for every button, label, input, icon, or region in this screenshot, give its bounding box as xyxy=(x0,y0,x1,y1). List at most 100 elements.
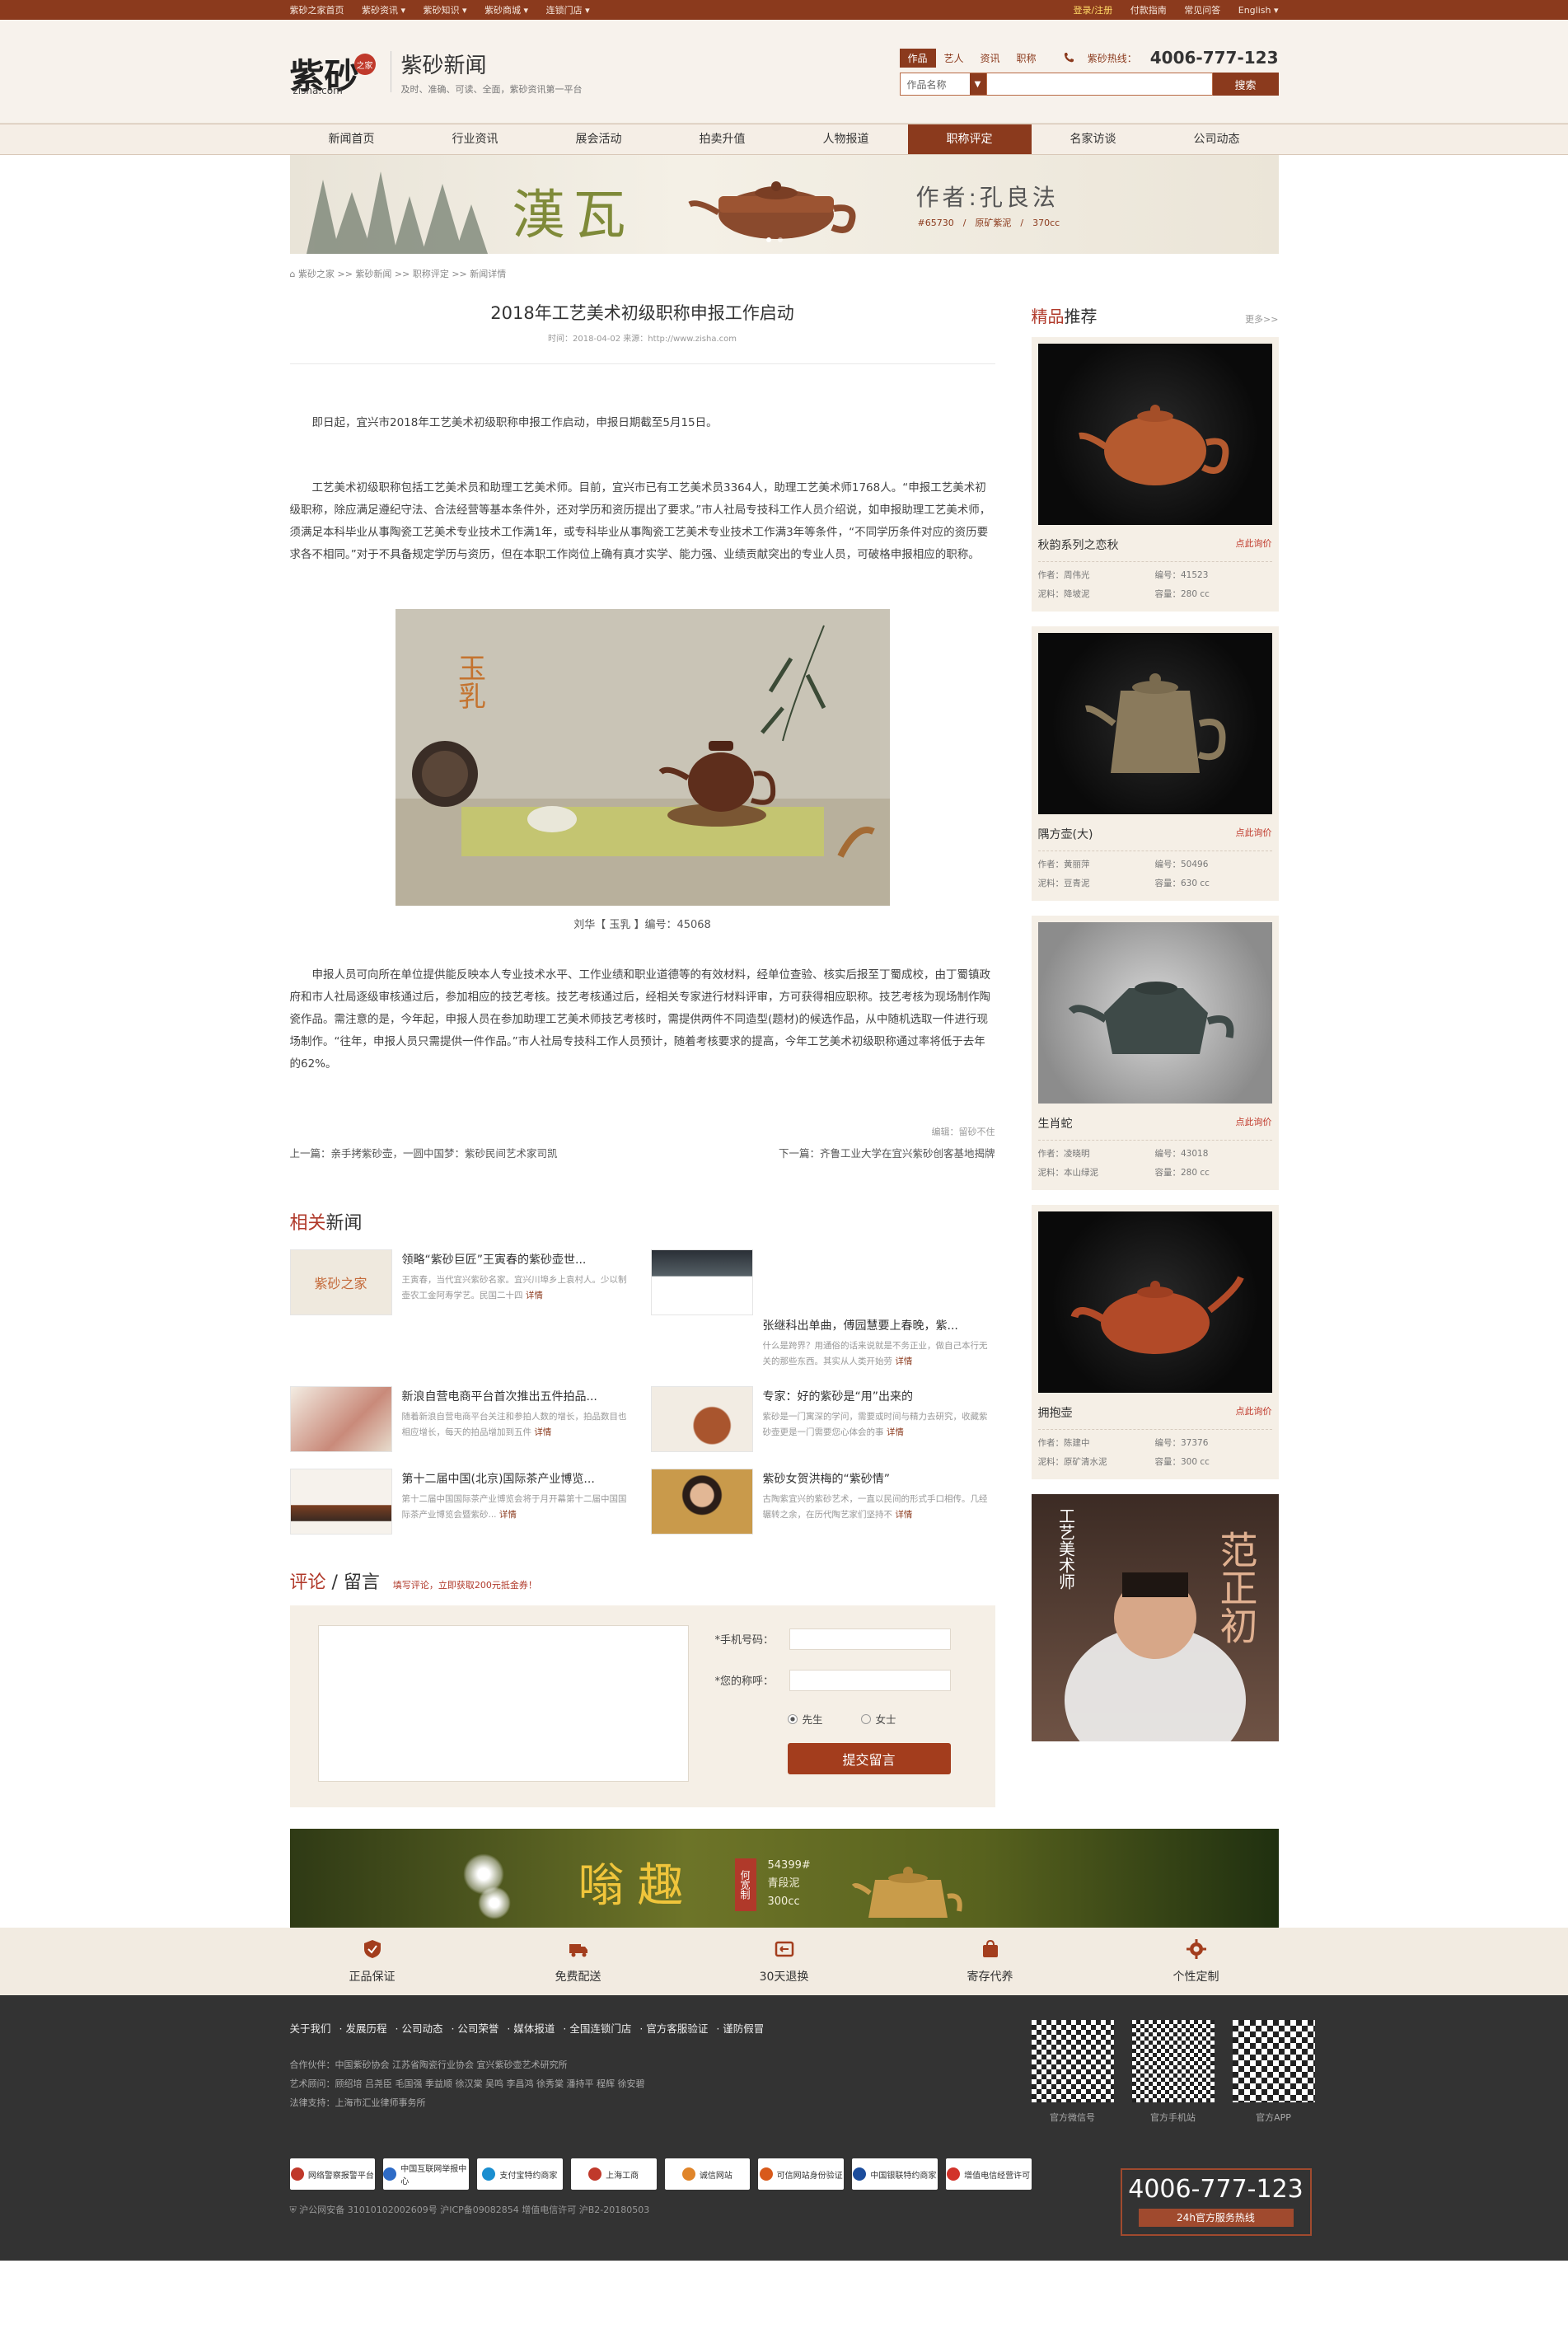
list-item[interactable]: 紫砂之家 领略“紫砂巨匠”王寅春的紫砂壶世... 王寅春，当代宜兴紫砂名家。宜兴川… xyxy=(289,1249,634,1370)
qr-mobile[interactable]: 官方手机站 xyxy=(1131,2019,1215,2124)
list-item[interactable]: 新浪自营电商平台首次推出五件拍品... 随着新浪自营电商平台关注和参拍人数的增长，… xyxy=(289,1385,634,1452)
bottom-ad-banner[interactable]: 嗡趣 何宽制 54399# 青段泥 300cc xyxy=(289,1828,1279,1928)
search-tab-news[interactable]: 资讯 xyxy=(972,49,1009,68)
gender-male-radio[interactable]: 先生 xyxy=(788,1711,823,1727)
top-link-news[interactable]: 紫砂资讯 ▾ xyxy=(362,5,405,16)
qr-wechat[interactable]: 官方微信号 xyxy=(1031,2019,1114,2124)
recommend-more-link[interactable]: 更多>> xyxy=(1245,312,1278,326)
product-card[interactable]: 生肖蛇 点此询价 作者：凌晓明 编号：43018 泥料：本山绿泥 容量：280 cc xyxy=(1031,916,1279,1190)
top-link-home[interactable]: 紫砂之家首页 xyxy=(290,5,344,16)
trust-badge[interactable]: 上海工商 xyxy=(570,2158,657,2191)
footer-link[interactable]: 全国连锁门店 xyxy=(569,2022,631,2035)
trust-badge[interactable]: 增值电信经营许可 xyxy=(945,2158,1032,2191)
search-input[interactable] xyxy=(986,73,1213,96)
banner-dots[interactable] xyxy=(765,237,783,242)
list-item[interactable]: 专家：好的紫砂是“用”出来的 紫砂是一门寓深的学问，需要或时间与精力去研究，收藏紫… xyxy=(650,1385,995,1452)
footer-link[interactable]: 发展历程 xyxy=(345,2022,386,2035)
product-name[interactable]: 拥抱壶 xyxy=(1038,1404,1073,1421)
trust-badge[interactable]: 网络警察报警平台 xyxy=(289,2158,376,2191)
hero-banner[interactable]: 漢瓦 作者:孔良法 #65730 / 原矿紫泥 / 370cc xyxy=(289,155,1279,254)
trust-badge[interactable]: 中国互联网举报中心 xyxy=(383,2158,469,2191)
trust-badge[interactable]: 可信网站身份验证 xyxy=(758,2158,844,2191)
detail-link[interactable]: 详情 xyxy=(895,1510,912,1520)
submit-comment-button[interactable]: 提交留言 xyxy=(787,1742,951,1774)
product-image[interactable] xyxy=(1037,922,1272,1104)
nav-interviews[interactable]: 名家访谈 xyxy=(1032,124,1155,154)
service-item[interactable]: 免费配送 xyxy=(496,1938,661,1985)
site-logo[interactable]: 紫砂 之家 zisha.com 紫砂新闻 及时、准确、可读、全面，紫砂资讯第一平… xyxy=(290,47,620,96)
product-card[interactable]: 秋韵系列之恋秋 点此询价 作者：周伟光 编号：41523 泥料：降坡泥 容量：280 c… xyxy=(1031,337,1279,612)
phone-field[interactable] xyxy=(789,1628,951,1650)
gender-female-radio[interactable]: 女士 xyxy=(861,1711,896,1727)
footer-link[interactable]: 关于我们 xyxy=(290,2022,331,2035)
news-title[interactable]: 专家：好的紫砂是“用”出来的 xyxy=(763,1388,995,1404)
news-title[interactable]: 紫砂女贺洪梅的“紫砂情” xyxy=(763,1470,995,1487)
footer-link[interactable]: 公司动态 xyxy=(401,2022,442,2035)
news-title[interactable]: 第十二届中国(北京)国际茶产业博览... xyxy=(402,1470,634,1487)
product-card[interactable]: 拥抱壶 点此询价 作者：陈建中 编号：37376 泥料：原矿清水泥 容量：300 cc xyxy=(1031,1205,1279,1479)
footer-link[interactable]: 公司荣誉 xyxy=(457,2022,498,2035)
list-item[interactable]: 紫砂女贺洪梅的“紫砂情” 古陶紫宜兴的紫砂艺术，一直以民间的形式手口相传。几经辗转… xyxy=(650,1468,995,1535)
badge-icon xyxy=(383,2167,397,2181)
service-item[interactable]: 30天退换 xyxy=(702,1938,867,1985)
detail-link[interactable]: 详情 xyxy=(887,1427,904,1437)
breadcrumb-text[interactable]: 紫砂之家 >> 紫砂新闻 >> 职称评定 >> 新闻详情 xyxy=(298,269,506,279)
product-image[interactable] xyxy=(1037,633,1272,814)
list-item[interactable]: 张继科出单曲，傅园慧要上春晚，紫... 什么是跨界？用通俗的话来说就是不务正业，做… xyxy=(650,1249,995,1370)
service-item[interactable]: 个性定制 xyxy=(1114,1938,1279,1985)
product-name[interactable]: 秋韵系列之恋秋 xyxy=(1038,537,1119,553)
product-image[interactable] xyxy=(1037,344,1272,525)
search-tab-works[interactable]: 作品 xyxy=(899,48,936,68)
nav-titles[interactable]: 职称评定 xyxy=(907,124,1032,154)
nav-company[interactable]: 公司动态 xyxy=(1155,124,1279,154)
footer-link[interactable]: 媒体报道 xyxy=(513,2022,555,2035)
artist-ad-banner[interactable]: 范正初 工艺美术师 xyxy=(1031,1494,1279,1741)
site-footer: 关于我们 · 发展历程 · 公司动态 · 公司荣誉 · 媒体报道 · 全国连锁门店 · 官方… xyxy=(0,1994,1568,2261)
nav-auction[interactable]: 拍卖升值 xyxy=(661,124,784,154)
search-tab-artists[interactable]: 艺人 xyxy=(936,49,972,68)
top-link-knowledge[interactable]: 紫砂知识 ▾ xyxy=(424,5,467,16)
ask-price-link[interactable]: 点此询价 xyxy=(1236,1404,1272,1421)
product-name[interactable]: 生肖蛇 xyxy=(1038,1115,1073,1132)
payment-guide-link[interactable]: 付款指南 xyxy=(1130,5,1167,16)
detail-link[interactable]: 详情 xyxy=(499,1510,517,1520)
news-title[interactable]: 领略“紫砂巨匠”王寅春的紫砂壶世... xyxy=(402,1251,634,1268)
top-link-mall[interactable]: 紫砂商城 ▾ xyxy=(484,5,528,16)
comment-textarea[interactable] xyxy=(317,1624,689,1782)
trust-badge[interactable]: 诚信网站 xyxy=(664,2158,751,2191)
login-register-link[interactable]: 登录/注册 xyxy=(1074,5,1113,16)
ask-price-link[interactable]: 点此询价 xyxy=(1236,826,1272,842)
trust-badge[interactable]: 中国银联特约商家 xyxy=(852,2158,938,2191)
footer-link[interactable]: 官方客服验证 xyxy=(646,2022,708,2035)
news-title[interactable]: 张继科出单曲，傅园慧要上春晚，紫... xyxy=(763,1317,995,1333)
product-image[interactable] xyxy=(1037,1211,1272,1393)
trust-badge[interactable]: 支付宝特约商家 xyxy=(477,2158,563,2191)
nav-exhibitions[interactable]: 展会活动 xyxy=(537,124,661,154)
search-tab-titles[interactable]: 职称 xyxy=(1009,49,1045,68)
detail-link[interactable]: 详情 xyxy=(895,1357,912,1366)
nav-industry[interactable]: 行业资讯 xyxy=(414,124,537,154)
list-item[interactable]: 第十二届中国(北京)国际茶产业博览... 第十二届中国国际茶产业博览会将于月开幕第… xyxy=(289,1468,634,1535)
nav-news-home[interactable]: 新闻首页 xyxy=(290,124,414,154)
ask-price-link[interactable]: 点此询价 xyxy=(1236,537,1272,553)
search-category-select[interactable]: 作品名称 ▼ xyxy=(899,73,987,96)
language-link[interactable]: English ▾ xyxy=(1238,5,1279,16)
footer-link[interactable]: 谨防假冒 xyxy=(723,2022,764,2035)
qr-app[interactable]: 官方APP xyxy=(1232,2019,1315,2124)
next-article-link[interactable]: 下一篇：齐鲁工业大学在宜兴紫砂创客基地揭牌 xyxy=(779,1145,995,1160)
ask-price-link[interactable]: 点此询价 xyxy=(1236,1115,1272,1132)
name-field[interactable] xyxy=(789,1669,951,1691)
search-button[interactable]: 搜索 xyxy=(1212,73,1279,96)
nav-people[interactable]: 人物报道 xyxy=(784,124,908,154)
product-card[interactable]: 隅方壶(大) 点此询价 作者：黄丽萍 编号：50496 泥料：豆青泥 容量：630 cc xyxy=(1031,626,1279,901)
product-name[interactable]: 隅方壶(大) xyxy=(1038,826,1093,842)
prev-article-link[interactable]: 上一篇：亲手拷紫砂壶，一圆中国梦：紫砂民间艺术家司凯 xyxy=(290,1145,558,1160)
service-item[interactable]: 正品保证 xyxy=(290,1938,455,1985)
banner-author: 作者:孔良法 xyxy=(915,184,1059,211)
detail-link[interactable]: 详情 xyxy=(534,1427,551,1437)
detail-link[interactable]: 详情 xyxy=(526,1291,543,1300)
top-link-stores[interactable]: 连锁门店 ▾ xyxy=(546,5,590,16)
news-title[interactable]: 新浪自营电商平台首次推出五件拍品... xyxy=(402,1388,634,1404)
service-item[interactable]: 寄存代养 xyxy=(908,1938,1073,1985)
faq-link[interactable]: 常见问答 xyxy=(1184,5,1220,16)
